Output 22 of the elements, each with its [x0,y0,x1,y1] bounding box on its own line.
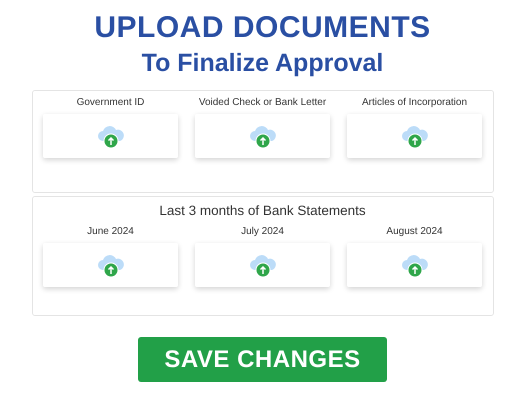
upload-dropzone[interactable] [195,114,330,158]
upload-dropzone[interactable] [347,114,482,158]
cloud-upload-icon [96,123,126,149]
cloud-upload-icon [400,252,430,278]
upload-dropzone[interactable] [43,114,178,158]
page-subtitle: To Finalize Approval [142,48,384,78]
upload-label: Voided Check or Bank Letter [198,97,326,108]
upload-dropzone[interactable] [195,243,330,287]
upload-label: August 2024 [386,226,443,237]
cloud-upload-icon [400,123,430,149]
upload-dropzone[interactable] [347,243,482,287]
upload-label: June 2024 [87,226,134,237]
cloud-upload-icon [248,123,278,149]
upload-dropzone[interactable] [43,243,178,287]
upload-label: July 2024 [241,226,284,237]
upload-label: Articles of Incorporation [362,97,468,108]
page-title: UPLOAD DOCUMENTS [94,10,431,46]
section-heading: Last 3 months of Bank Statements [159,203,366,218]
upload-label: Government ID [76,97,144,108]
cloud-upload-icon [96,252,126,278]
cloud-upload-icon [248,252,278,278]
save-button[interactable]: SAVE CHANGES [138,337,387,382]
